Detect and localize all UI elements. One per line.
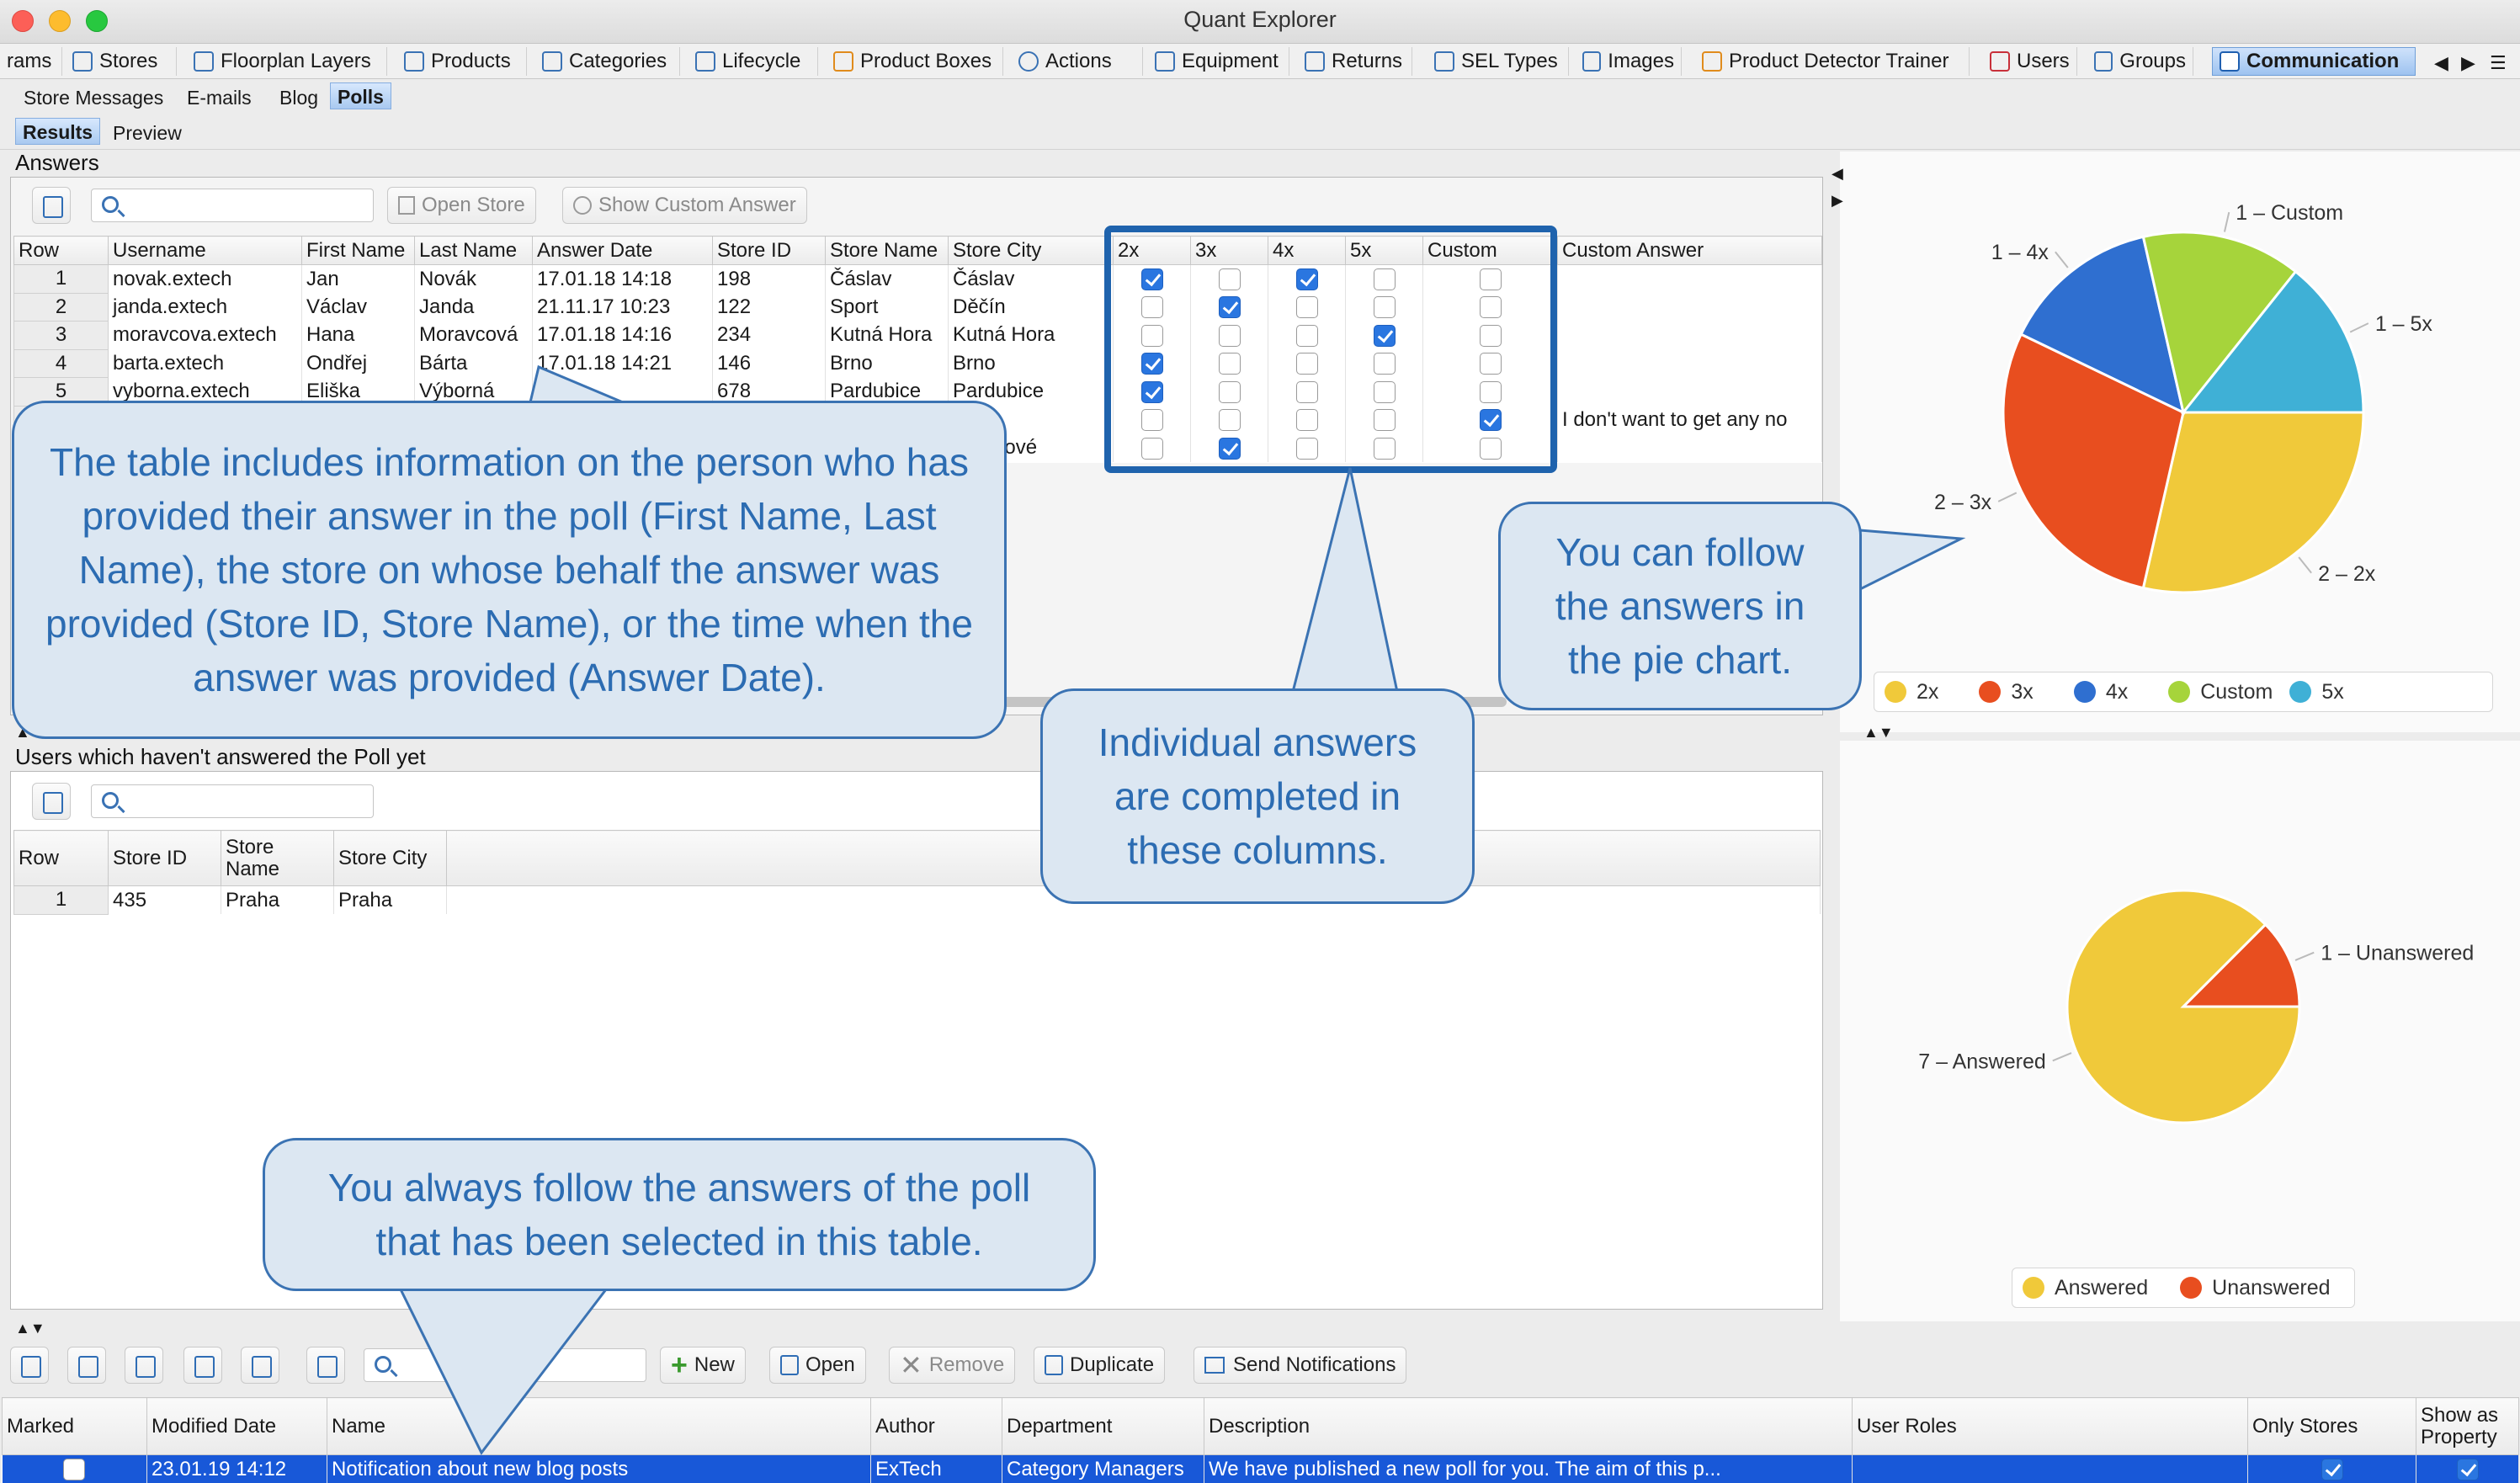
table-info-callout: The table includes information on the pe… — [12, 401, 1007, 739]
pie-callout: You can follow the answers in the pie ch… — [1498, 502, 1862, 710]
poll-select-callout: You always follow the answers of the pol… — [263, 1138, 1096, 1291]
columns-callout-tail — [1291, 467, 1399, 694]
poll-select-callout-tail — [398, 1288, 609, 1455]
pie-callout-tail — [1858, 529, 1966, 592]
columns-callout: Individual answers are completed in thes… — [1040, 688, 1475, 904]
answer-columns-highlight — [1104, 226, 1557, 473]
table-info-callout-tail — [529, 364, 624, 404]
